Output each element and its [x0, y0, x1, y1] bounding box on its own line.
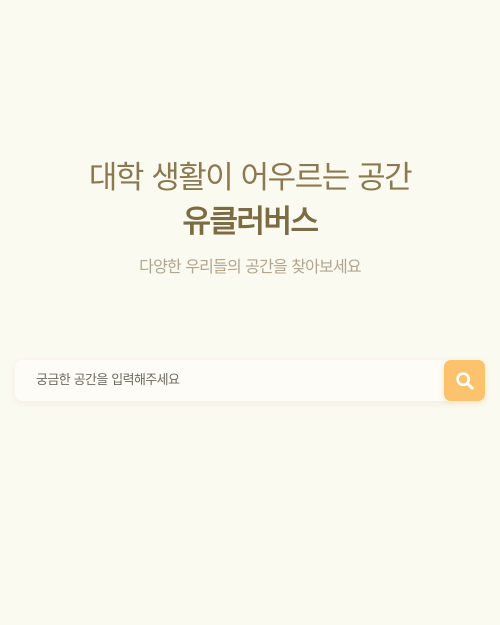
brand-name: 유클러버스: [182, 204, 319, 240]
hero-subtitle: 다양한 우리들의 공간을 찾아보세요: [139, 257, 361, 276]
search-icon: [455, 371, 475, 391]
hero-section: 대학 생활이 어우르는 공간 유클러버스 다양한 우리들의 공간을 찾아보세요: [0, 156, 500, 278]
search-input[interactable]: [15, 360, 450, 401]
search-bar: [15, 360, 485, 401]
search-button[interactable]: [444, 360, 485, 401]
hero-title: 대학 생활이 어우르는 공간: [88, 160, 413, 196]
